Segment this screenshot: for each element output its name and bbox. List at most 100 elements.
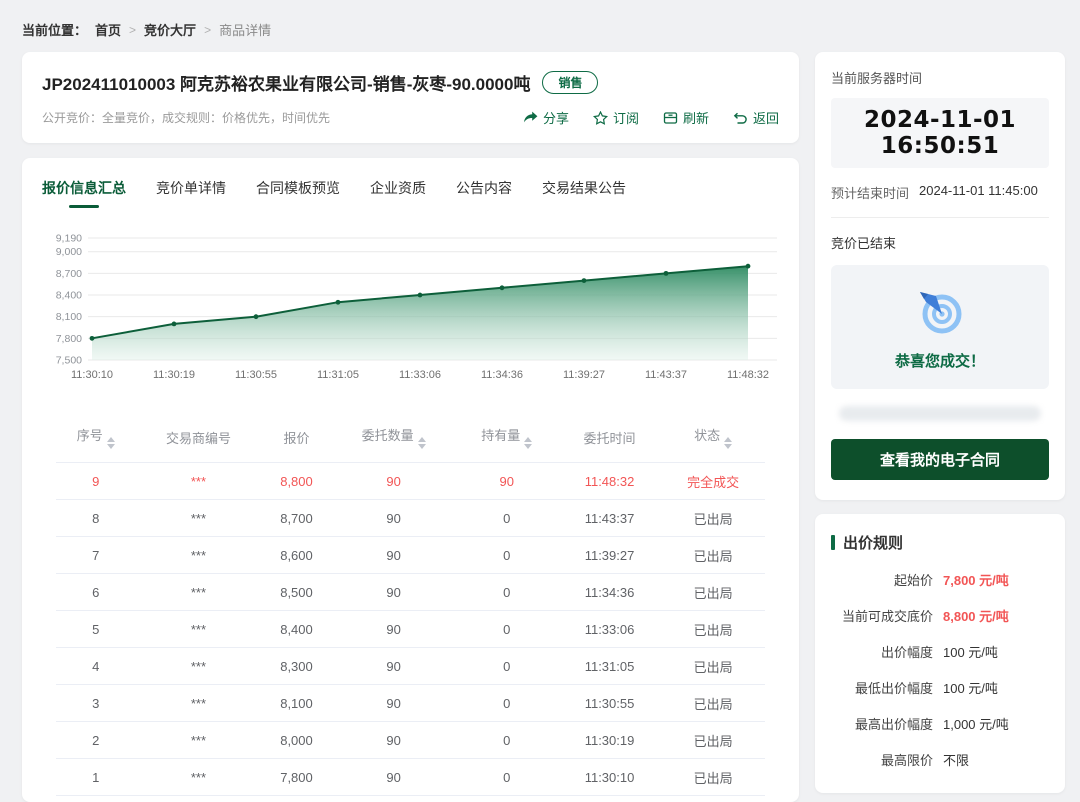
rule-value-0: 7,800 元/吨 — [943, 570, 1009, 589]
column-header-label: 状态 — [694, 428, 720, 443]
end-time-row: 预计结束时间 2024-11-01 11:45:00 — [831, 183, 1049, 202]
rule-value-4: 1,000 元/吨 — [943, 714, 1009, 733]
server-time-value: 2024-11-01 16:50:51 — [831, 98, 1049, 168]
column-header-4[interactable]: 持有量 — [456, 415, 558, 463]
page-title: JP202411010003 阿克苏裕农果业有限公司-销售-灰枣-90.0000… — [42, 70, 530, 95]
cell-4-6: 已出局 — [661, 611, 765, 648]
end-time-value: 2024-11-01 11:45:00 — [919, 183, 1038, 202]
cell-3-3: 90 — [332, 574, 456, 611]
auction-rules-subtitle: 公开竞价：全量竞价，成交规则：价格优先，时间优先 — [42, 109, 330, 126]
table-row-5: 4***8,30090011:31:05已出局 — [56, 648, 765, 685]
view-contract-button[interactable]: 查看我的电子合同 — [831, 439, 1049, 480]
tab-2[interactable]: 合同模板预览 — [256, 176, 340, 210]
cell-7-5: 11:30:19 — [558, 722, 662, 759]
cell-0-0: 9 — [56, 463, 135, 500]
cell-6-4: 0 — [456, 685, 558, 722]
blurred-info-bar — [839, 406, 1041, 421]
target-dart-icon — [914, 285, 966, 337]
sort-down-arrow — [107, 444, 115, 449]
column-header-label: 序号 — [77, 428, 103, 443]
rule-label-4: 最高出价幅度 — [831, 714, 933, 733]
sort-caret-icon[interactable] — [107, 437, 115, 449]
cell-2-6: 已出局 — [661, 537, 765, 574]
svg-text:8,700: 8,700 — [56, 268, 82, 280]
rule-label-1: 当前可成交底价 — [831, 606, 933, 625]
svg-text:7,800: 7,800 — [56, 333, 82, 345]
cell-1-2: 8,700 — [262, 500, 332, 537]
cell-6-6: 已出局 — [661, 685, 765, 722]
rule-value-1: 8,800 元/吨 — [943, 606, 1009, 625]
page: 当前位置： 首页 > 竞价大厅 > 商品详情 JP202411010003 阿克苏裕农果… — [0, 0, 1080, 802]
cell-8-6: 已出局 — [661, 759, 765, 796]
sort-up-arrow — [418, 437, 426, 442]
table-row-8: 1***7,80090011:30:10已出局 — [56, 759, 765, 796]
breadcrumb-item-2: 商品详情 — [219, 20, 271, 39]
cell-8-5: 11:30:10 — [558, 759, 662, 796]
tab-0[interactable]: 报价信息汇总 — [42, 176, 126, 210]
column-header-3[interactable]: 委托数量 — [332, 415, 456, 463]
side-column: 当前服务器时间 2024-11-01 16:50:51 预计结束时间 2024-… — [815, 52, 1065, 793]
rule-row-0: 起始价 7,800 元/吨 — [831, 570, 1049, 589]
sort-caret-icon[interactable] — [524, 437, 532, 449]
breadcrumb-separator: > — [204, 23, 211, 37]
table-row-3: 6***8,50090011:34:36已出局 — [56, 574, 765, 611]
share-button[interactable]: 分享 — [523, 108, 569, 127]
bid-rules-card: 出价规则 起始价 7,800 元/吨当前可成交底价 8,800 元/吨出价幅度100… — [815, 514, 1065, 793]
tab-4[interactable]: 公告内容 — [456, 176, 512, 210]
svg-text:8,100: 8,100 — [56, 311, 82, 323]
cell-1-1: *** — [135, 500, 261, 537]
tab-5[interactable]: 交易结果公告 — [542, 176, 626, 210]
refresh-label: 刷新 — [683, 108, 709, 127]
back-label: 返回 — [753, 108, 779, 127]
table-row-1: 8***8,70090011:43:37已出局 — [56, 500, 765, 537]
cell-5-1: *** — [135, 648, 261, 685]
tab-bar: 报价信息汇总竞价单详情合同模板预览企业资质公告内容交易结果公告 — [42, 176, 779, 210]
subscribe-button[interactable]: 订阅 — [593, 108, 639, 127]
svg-text:11:39:27: 11:39:27 — [563, 369, 605, 381]
cell-7-0: 2 — [56, 722, 135, 759]
subscribe-label: 订阅 — [613, 108, 639, 127]
breadcrumb-item-1[interactable]: 竞价大厅 — [144, 20, 196, 39]
rule-value-5: 不限 — [943, 750, 969, 769]
deal-success-text: 恭喜您成交！ — [831, 350, 1049, 371]
cell-3-5: 11:34:36 — [558, 574, 662, 611]
breadcrumb-separator: > — [129, 23, 136, 37]
cell-7-3: 90 — [332, 722, 456, 759]
cell-5-2: 8,300 — [262, 648, 332, 685]
tab-3[interactable]: 企业资质 — [370, 176, 426, 210]
rule-label-0: 起始价 — [831, 570, 933, 589]
breadcrumb-item-0[interactable]: 首页 — [95, 20, 121, 39]
cell-8-4: 0 — [456, 759, 558, 796]
back-button[interactable]: 返回 — [733, 108, 779, 127]
sort-caret-icon[interactable] — [418, 437, 426, 449]
cell-8-2: 7,800 — [262, 759, 332, 796]
cell-1-6: 已出局 — [661, 500, 765, 537]
main-column: JP202411010003 阿克苏裕农果业有限公司-销售-灰枣-90.0000… — [22, 52, 799, 802]
svg-text:11:30:10: 11:30:10 — [71, 369, 113, 381]
cell-4-0: 5 — [56, 611, 135, 648]
table-row-4: 5***8,40090011:33:06已出局 — [56, 611, 765, 648]
breadcrumb-label: 当前位置： — [22, 20, 87, 39]
svg-text:11:48:32: 11:48:32 — [727, 369, 769, 381]
cell-4-2: 8,400 — [262, 611, 332, 648]
refresh-button[interactable]: 刷新 — [663, 108, 709, 127]
column-header-6[interactable]: 状态 — [661, 415, 765, 463]
column-header-0[interactable]: 序号 — [56, 415, 135, 463]
cell-4-5: 11:33:06 — [558, 611, 662, 648]
cell-0-6: 完全成交 — [661, 463, 765, 500]
cell-5-0: 4 — [56, 648, 135, 685]
cell-3-2: 8,500 — [262, 574, 332, 611]
header-actions: 分享 订阅 刷新 返回 — [523, 108, 779, 127]
column-header-2: 报价 — [262, 415, 332, 463]
price-trend-chart-svg: 7,5007,8008,1008,4008,7009,0009,19011:30… — [42, 226, 779, 388]
cell-0-2: 8,800 — [262, 463, 332, 500]
cell-7-1: *** — [135, 722, 261, 759]
cell-5-4: 0 — [456, 648, 558, 685]
cell-0-1: *** — [135, 463, 261, 500]
sort-caret-icon[interactable] — [724, 437, 732, 449]
cell-2-5: 11:39:27 — [558, 537, 662, 574]
cell-7-2: 8,000 — [262, 722, 332, 759]
bid-rules-title: 出价规则 — [843, 532, 903, 553]
rule-row-2: 出价幅度100 元/吨 — [831, 642, 1049, 661]
tab-1[interactable]: 竞价单详情 — [156, 176, 226, 210]
